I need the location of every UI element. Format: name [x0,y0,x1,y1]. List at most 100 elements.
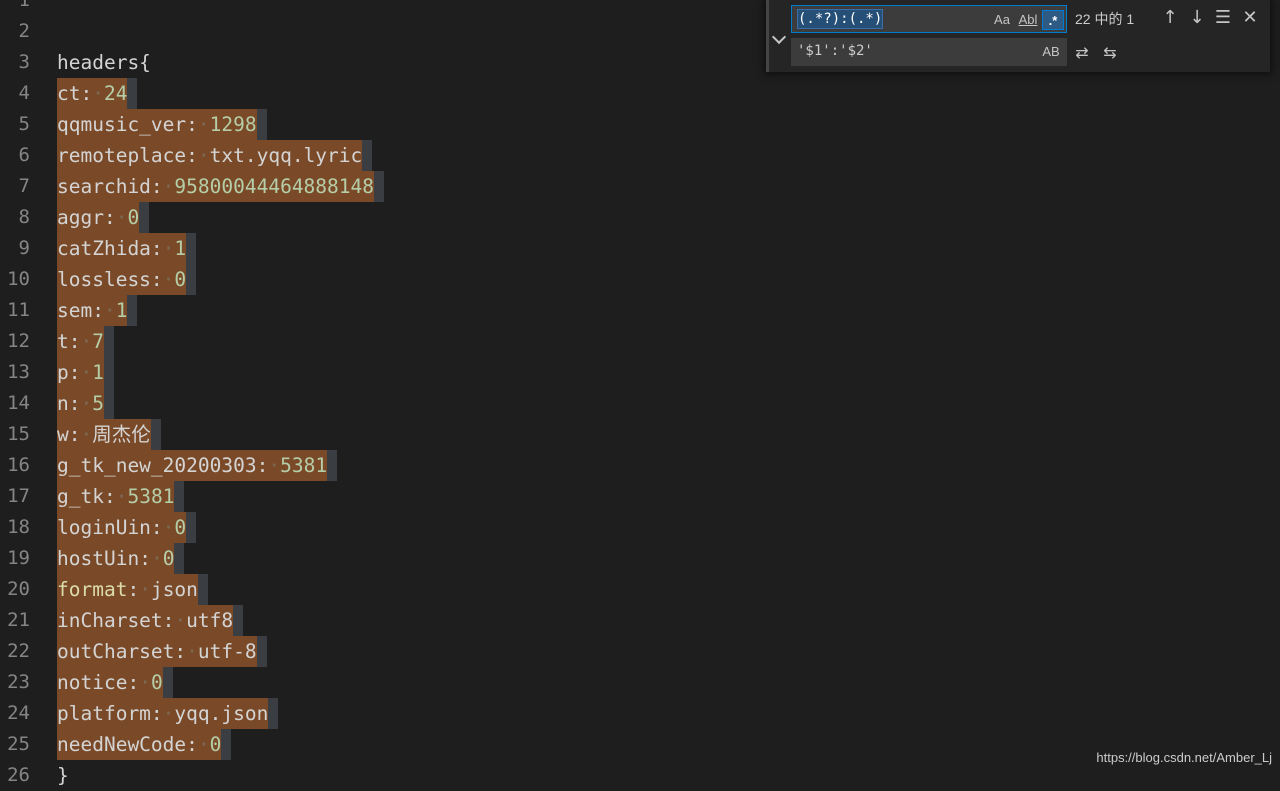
editor-line[interactable]: 19 hostUin:·0 [0,543,1280,574]
code-value: yqq.json [174,702,269,725]
editor-line[interactable]: 6 remoteplace:·txt.yqq.lyric [0,140,1280,171]
code-separator: :· [150,516,175,539]
code-separator: :· [162,609,187,632]
editor-line[interactable]: 17 g_tk:·5381 [0,481,1280,512]
code-key: g_tk [57,485,104,508]
code-editor[interactable]: 1 2 3 headers{4 ct:·24 5 qqmusic_ver:·1298 6 rem… [0,0,1280,787]
code-value: utf8 [186,609,234,632]
code-text: qqmusic_ver:·1298 [57,109,257,140]
editor-line[interactable]: 26} [0,760,1280,791]
code-key: g_tk_new_20200303 [57,454,257,477]
code-text: catZhida:·1 [57,233,187,264]
code-text: outCharset:·utf-8 [57,636,257,667]
code-separator: :· [68,361,93,384]
editor-line[interactable]: 18 loginUin:·0 [0,512,1280,543]
code-text: headers{ [57,47,151,78]
line-number: 16 [7,454,30,476]
replace-icon[interactable]: ⇄ [1071,42,1093,64]
code-separator: :· [68,392,93,415]
find-input[interactable]: (.*?):(.*) Aa Abl .* [791,5,1067,33]
code-key: needNewCode [57,733,187,756]
editor-line[interactable]: 15 w:·周杰伦 [0,419,1280,450]
code-value: 5 [92,392,104,415]
code-value: 0 [127,206,140,229]
editor-line[interactable]: 8 aggr:·0 [0,202,1280,233]
editor-line[interactable]: 13 p:·1 [0,357,1280,388]
code-value: json [150,578,198,601]
editor-line[interactable]: 14 n:·5 [0,388,1280,419]
code-value: 1298 [209,113,257,136]
match-case-toggle[interactable]: Aa [990,10,1014,30]
code-separator: :· [127,578,151,601]
code-text: remoteplace:·txt.yqq.lyric [57,140,363,171]
line-number: 1 [18,0,30,11]
code-key: headers{ [57,51,151,74]
line-number: 5 [18,113,30,135]
code-value: 7 [92,330,104,353]
editor-line[interactable]: 16 g_tk_new_20200303:·5381 [0,450,1280,481]
code-text: searchid:·95800044464888148 [57,171,375,202]
arrow-down-icon[interactable]: ↓ [1186,7,1208,29]
editor-line[interactable]: 24 platform:·yqq.json [0,698,1280,729]
find-in-selection-icon[interactable]: ☰ [1212,7,1234,29]
code-separator: :· [139,547,163,570]
code-separator: :· [186,733,210,756]
arrow-up-icon[interactable]: ↑ [1159,7,1181,29]
code-key: format [57,578,128,601]
editor-line[interactable]: 10 lossless:·0 [0,264,1280,295]
code-value: 0 [174,516,187,539]
code-text: w:·周杰伦 [57,419,151,450]
editor-line[interactable]: 20 format:·json [0,574,1280,605]
editor-line[interactable]: 21 inCharset:·utf8 [0,605,1280,636]
line-number: 3 [18,51,30,73]
code-key: qqmusic_ver [57,113,187,136]
code-text: lossless:·0 [57,264,187,295]
close-icon[interactable]: ✕ [1239,7,1261,29]
regex-toggle[interactable]: .* [1042,10,1064,30]
code-value: utf-8 [197,640,257,663]
line-number: 18 [7,516,30,538]
whole-word-toggle[interactable]: Abl [1016,10,1040,30]
line-number: 23 [7,671,30,693]
code-separator: :· [92,299,116,322]
code-text: n:·5 [57,388,104,419]
code-key: } [57,764,69,787]
toggle-replace-button[interactable] [771,6,787,64]
code-text: loginUin:·0 [57,512,187,543]
replace-input[interactable]: '$1':'$2' AB [791,38,1067,66]
code-separator: :· [150,175,175,198]
editor-line[interactable]: 25 needNewCode:·0 [0,729,1280,760]
code-separator: :· [103,206,128,229]
line-number: 22 [7,640,30,662]
editor-line[interactable]: 12 t:·7 [0,326,1280,357]
code-key: aggr [57,206,104,229]
code-separator: :· [186,144,210,167]
line-number: 15 [7,423,30,445]
code-key: ct [57,82,81,105]
replace-all-icon[interactable]: ⇆ [1099,42,1121,64]
line-number: 6 [18,144,30,166]
code-value: 5381 [280,454,328,477]
line-number: 14 [7,392,30,414]
code-text: format:·json [57,574,198,605]
find-input-value: (.*?):(.*) [796,9,884,29]
editor-line[interactable]: 7 searchid:·95800044464888148 [0,171,1280,202]
editor-line[interactable]: 23 notice:·0 [0,667,1280,698]
code-value: 0 [150,671,163,694]
code-text: needNewCode:·0 [57,729,222,760]
code-value: txt.yqq.lyric [209,144,363,167]
line-number: 24 [7,702,30,724]
line-number: 11 [7,299,30,321]
code-key: remoteplace [57,144,187,167]
line-number: 19 [7,547,30,569]
editor-line[interactable]: 5 qqmusic_ver:·1298 [0,109,1280,140]
editor-line[interactable]: 22 outCharset:·utf-8 [0,636,1280,667]
line-number: 9 [18,237,30,259]
editor-line[interactable]: 11 sem:·1 [0,295,1280,326]
editor-line[interactable]: 9 catZhida:·1 [0,233,1280,264]
code-value: 24 [103,82,128,105]
code-key: n [57,392,69,415]
preserve-case-toggle[interactable]: AB [1039,42,1063,62]
replace-input-value: '$1':'$2' [797,43,873,59]
editor-line[interactable]: 4 ct:·24 [0,78,1280,109]
